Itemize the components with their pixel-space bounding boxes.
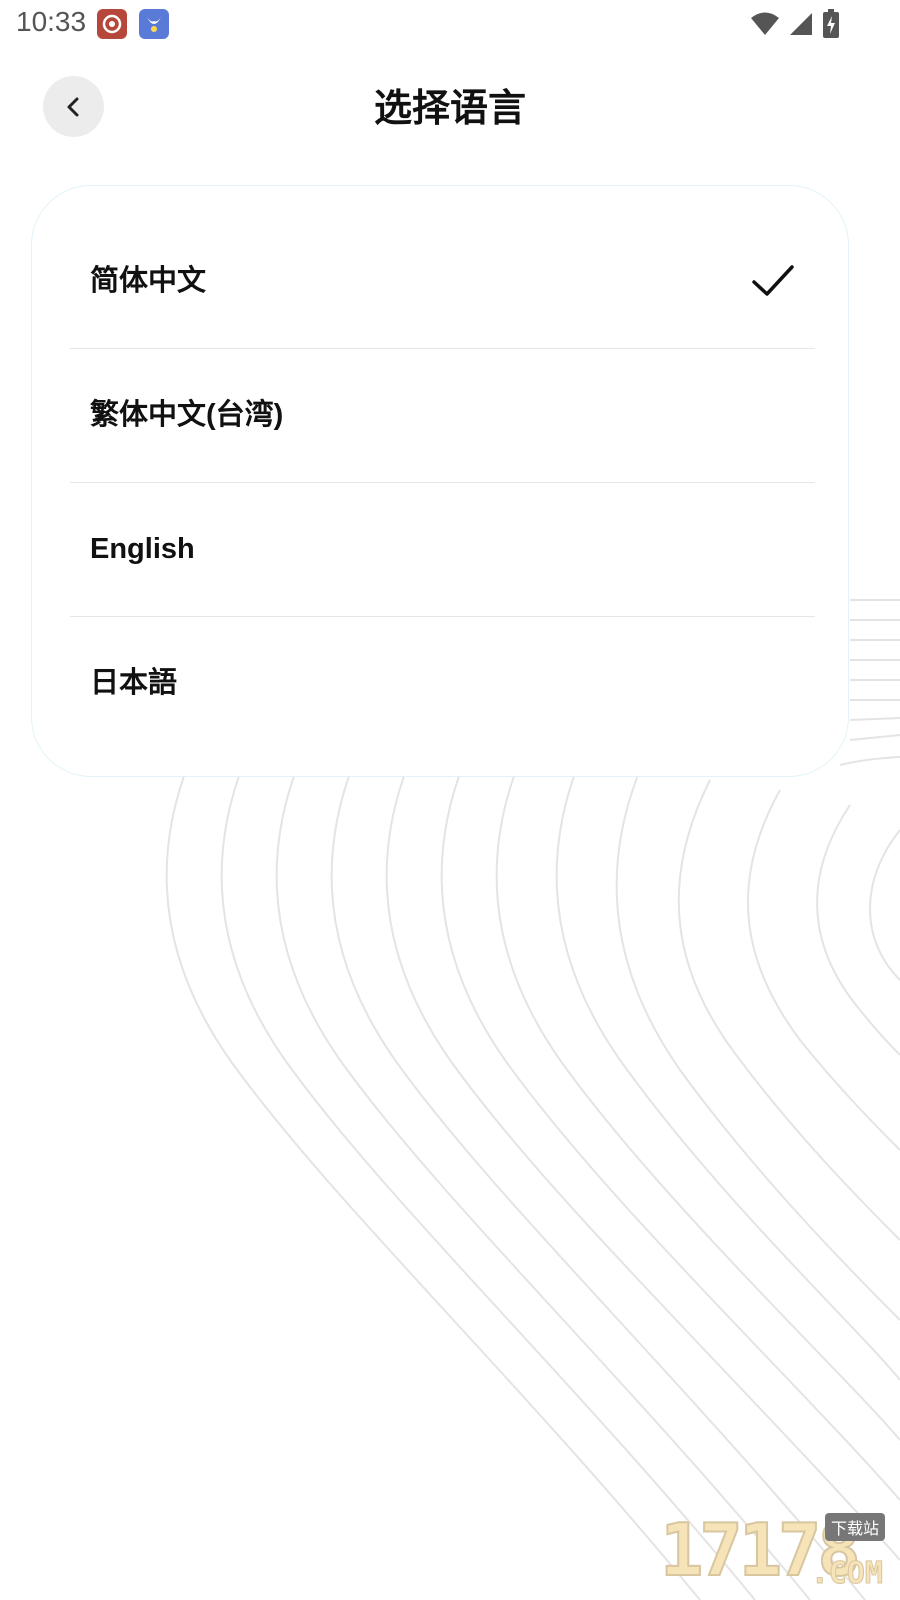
battery-charging-icon [823,9,839,38]
cellular-signal-icon [790,13,812,35]
watermark-domain: .COM [810,1556,883,1592]
status-bar: 10:33 [0,0,900,50]
language-option-traditional-chinese[interactable]: 繁体中文(台湾) [70,348,815,483]
checkmark-icon [752,265,794,296]
language-label: 简体中文 [90,265,207,297]
wifi-icon [751,12,779,35]
site-watermark-logo: 17178 下载站 .COM [659,1505,885,1595]
bird-app-icon [139,9,169,39]
language-list-card: 简体中文 繁体中文(台湾) English 日本語 [31,185,849,777]
language-label: English [90,533,195,565]
language-option-english[interactable]: English [70,482,815,617]
language-option-simplified-chinese[interactable]: 简体中文 [70,214,815,349]
page-title: 选择语言 [373,86,526,130]
language-label: 繁体中文(台湾) [90,399,284,431]
language-selection-screen: 10:33 选择语言 简体中文 繁体中文(台湾) English 日本語 171… [0,0,900,1600]
status-time: 10:33 [16,6,87,37]
watermark-tag: 下载站 [824,1513,885,1541]
language-option-japanese[interactable]: 日本語 [70,616,815,750]
notification-app-icon [97,9,127,39]
status-indicators [750,8,840,40]
language-label: 日本語 [90,667,178,699]
